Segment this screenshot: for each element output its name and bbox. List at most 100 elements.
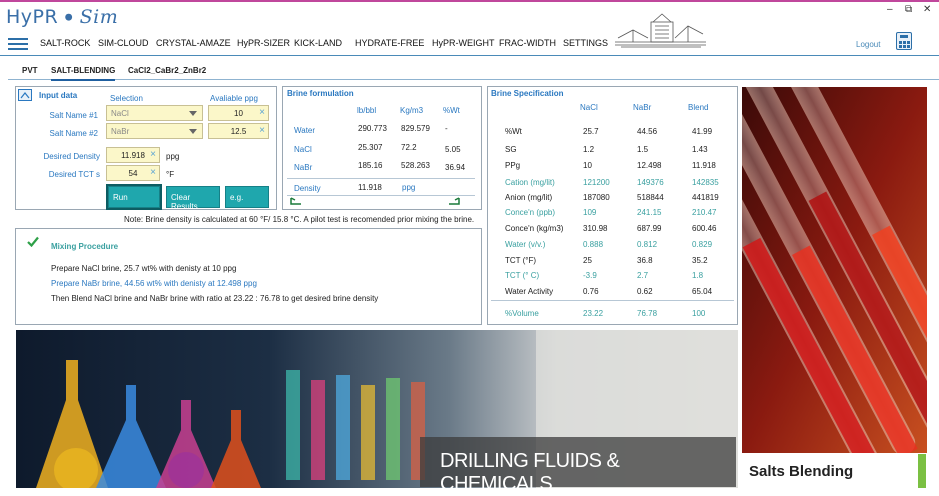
test-tubes-image [742,87,927,453]
menu-settings[interactable]: SETTINGS [563,38,608,48]
spec-cell-nabr: 0.812 [637,240,658,249]
brine-specification-title: Brine Specification [491,89,564,98]
calculator-icon[interactable] [896,32,912,50]
spec-cell-blend: 600.46 [692,224,717,233]
spec-cell-nacl: 109 [583,208,597,217]
density-label: Density [294,184,321,193]
salt-2-dropdown[interactable]: NaBr [106,123,203,139]
spec-cell-nacl: 0.76 [583,287,599,296]
formulation-divider [287,178,475,179]
header-nacl: NaCl [580,103,598,112]
input-data-icon [18,89,32,101]
spec-cell-blend: 41.99 [692,127,713,136]
app-logo: HyPR ● Sim [6,6,118,28]
logo-sub-text: Sim [79,6,119,28]
spec-cell-nabr: 518844 [637,193,664,202]
spec-cell-nabr: 2.7 [637,271,649,280]
spec-cell-blend: 441819 [692,193,719,202]
density-value: 11.918 [358,183,382,192]
spec-cell-blend: 210.47 [692,208,717,217]
spec-cell-blend: 100 [692,309,706,318]
header-wt-percent: %Wt [443,106,460,115]
menu-hypr-sizer[interactable]: HyPR-SIZER [237,38,290,48]
spec-cell-nacl: 187080 [583,193,610,202]
logo-dot-icon: ● [64,12,74,23]
menu-frac-width[interactable]: FRAC-WIDTH [499,38,556,48]
spec-row-label: Water Activity [505,287,554,296]
salts-blending-caption: Salts Blending [742,454,927,488]
salt-1-value: NaCl [111,109,129,118]
spec-row-label: PPg [505,161,521,170]
desired-density-input[interactable]: 11.918 × [106,147,160,163]
tab-salt-blending[interactable]: SALT-BLENDING [51,66,116,81]
test-tubes-image-icon [742,87,927,453]
spec-cell-nabr: 0.62 [637,287,653,296]
nacl-lb-bbl: 25.307 [358,143,383,152]
spec-cell-blend: 1.8 [692,271,704,280]
chevron-down-icon [189,111,197,116]
desired-density-label: Desired Density [43,152,100,161]
spec-cell-nabr: 44.56 [637,127,658,136]
clear-icon[interactable]: × [259,107,265,118]
menu-kick-land[interactable]: KICK-LAND [294,38,342,48]
brine-density-note: Note: Brine density is calculated at 60 … [124,215,475,224]
mixing-step-2: Prepare NaBr brine, 44.56 wt% with denis… [51,279,257,288]
clear-results-button[interactable]: Clear Results [166,186,220,211]
spec-row-label: Water (v/v.) [505,240,546,249]
spec-cell-nacl: 121200 [583,178,610,187]
desired-tct-input[interactable]: 54 × [106,165,160,181]
menu-divider [0,55,939,56]
desired-tct-label: Desired TCT s [48,170,100,179]
spec-cell-nabr: 36.8 [637,256,653,265]
spec-cell-nacl: 25 [583,256,592,265]
menu-crystal-amaze[interactable]: CRYSTAL-AMAZE [156,38,231,48]
close-button[interactable]: ✕ [923,4,931,15]
nacl-wt: 5.05 [445,145,461,154]
salt-1-dropdown[interactable]: NaCl [106,105,203,121]
salt-1-ppg-input[interactable]: 10 × [208,105,269,121]
desired-tct-value: 54 [128,169,138,178]
header-blend: Blend [688,103,709,112]
clear-icon[interactable]: × [150,167,156,178]
clear-icon[interactable]: × [150,149,156,160]
nabr-lb-bbl: 185.16 [358,161,383,170]
run-button[interactable]: Run [108,186,160,208]
header-lb-bbl: lb/bbl [357,106,377,115]
menu-sim-cloud[interactable]: SIM-CLOUD [98,38,149,48]
example-button[interactable]: e.g. [225,186,269,208]
menu-hydrate-free[interactable]: HYDRATE-FREE [355,38,424,48]
hamburger-menu-icon[interactable] [8,38,28,50]
logout-link[interactable]: Logout [856,40,880,49]
spec-row-label: SG [505,145,517,154]
menu-hypr-weight[interactable]: HyPR-WEIGHT [432,38,495,48]
desired-density-value: 11.918 [121,151,145,160]
top-accent-line [0,0,939,2]
spec-row-label: Conce'n (ppb) [505,208,555,217]
mixing-step-1: Prepare NaCl brine, 25.7 wt% with denist… [51,264,237,273]
spec-cell-blend: 1.43 [692,145,708,154]
spec-row-label: %Volume [505,309,539,318]
spec-cell-blend: 142835 [692,178,719,187]
header-kg-m3: Kg/m3 [400,106,424,115]
spec-row-label: TCT (°F) [505,256,537,265]
water-kg-m3: 829.579 [401,124,430,133]
menu-salt-rock[interactable]: SALT-ROCK [40,38,90,48]
caption-accent-bar [918,454,926,488]
tab-pvt[interactable]: PVT [22,66,38,75]
salt-2-value: NaBr [111,127,130,136]
forward-arrow-icon[interactable] [447,196,461,206]
back-arrow-icon[interactable] [289,196,303,206]
water-lb-bbl: 290.773 [358,124,387,133]
clear-icon[interactable]: × [259,125,265,136]
salt-2-ppg-input[interactable]: 12.5 × [208,123,269,139]
spec-cell-blend: 0.829 [692,240,713,249]
spec-cell-nabr: 149376 [637,178,664,187]
restore-button[interactable]: ⧉ [905,4,912,15]
logo-text: HyPR [6,6,59,28]
nacl-kg-m3: 72.2 [401,143,417,152]
available-ppg-header: Avaliable ppg [210,94,258,103]
minimize-button[interactable]: – [887,4,893,15]
spec-cell-nacl: 25.7 [583,127,599,136]
spec-cell-nabr: 241.15 [637,208,662,217]
tab-cacl2-cabr2-znbr2[interactable]: CaCl2_CaBr2_ZnBr2 [128,66,206,75]
